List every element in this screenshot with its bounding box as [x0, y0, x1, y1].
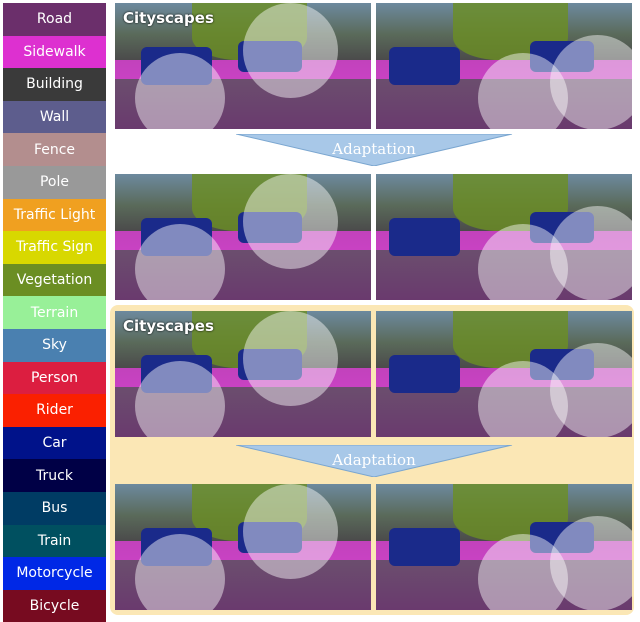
- legend-item-rider: Rider: [3, 394, 106, 427]
- segmentation-image: Cityscapes: [115, 3, 371, 129]
- legend-item-vegetation: Vegetation: [3, 263, 106, 297]
- segmentation-image: [115, 484, 371, 610]
- legend-item-train: Train: [3, 524, 106, 558]
- dataset-label: Cityscapes: [123, 317, 214, 335]
- dataset-label: Cityscapes: [123, 9, 214, 27]
- legend-item-bus: Bus: [3, 491, 106, 525]
- highlight-circle: [243, 174, 338, 269]
- legend-item-road: Road: [3, 3, 106, 36]
- legend-item-motorcycle: Motorcycle: [3, 557, 106, 590]
- legend-item-pole: Pole: [3, 165, 106, 199]
- segmentation-image: [376, 484, 632, 610]
- legend-item-sidewalk: Sidewalk: [3, 35, 106, 69]
- segmentation-image: Cityscapes: [115, 311, 371, 437]
- car-region: [388, 355, 461, 393]
- legend-item-bicycle: Bicycle: [3, 589, 106, 622]
- adaptation-label: Adaptation: [332, 140, 416, 158]
- segmentation-image: [376, 3, 632, 129]
- legend-item-traffic-sign: Traffic Sign: [3, 231, 106, 264]
- legend-item-wall: Wall: [3, 100, 106, 134]
- highlight-circle: [550, 515, 632, 610]
- segmentation-image: [376, 311, 632, 437]
- legend-item-person: Person: [3, 361, 106, 395]
- car-region: [388, 218, 461, 256]
- legend-item-building: Building: [3, 68, 106, 101]
- legend-item-traffic-light: Traffic Light: [3, 198, 106, 232]
- legend-item-truck: Truck: [3, 459, 106, 492]
- adaptation-arrow: Adaptation: [236, 445, 636, 477]
- legend-item-terrain: Terrain: [3, 296, 106, 329]
- car-region: [388, 47, 461, 85]
- segmentation-image: [376, 174, 632, 300]
- highlight-circle: [550, 34, 632, 129]
- legend-item-sky: Sky: [3, 328, 106, 362]
- highlight-circle: [243, 484, 338, 579]
- segmentation-image: [115, 174, 371, 300]
- class-legend: Road Sidewalk Building Wall Fence Pole Traffic…: [3, 3, 106, 622]
- legend-item-fence: Fence: [3, 133, 106, 166]
- adaptation-label: Adaptation: [332, 451, 416, 469]
- legend-item-car: Car: [3, 426, 106, 460]
- highlight-circle: [550, 205, 632, 300]
- highlight-circle: [243, 3, 338, 98]
- highlight-circle: [550, 342, 632, 437]
- car-region: [388, 528, 461, 566]
- adaptation-arrow: Adaptation: [236, 134, 636, 166]
- highlight-circle: [243, 311, 338, 406]
